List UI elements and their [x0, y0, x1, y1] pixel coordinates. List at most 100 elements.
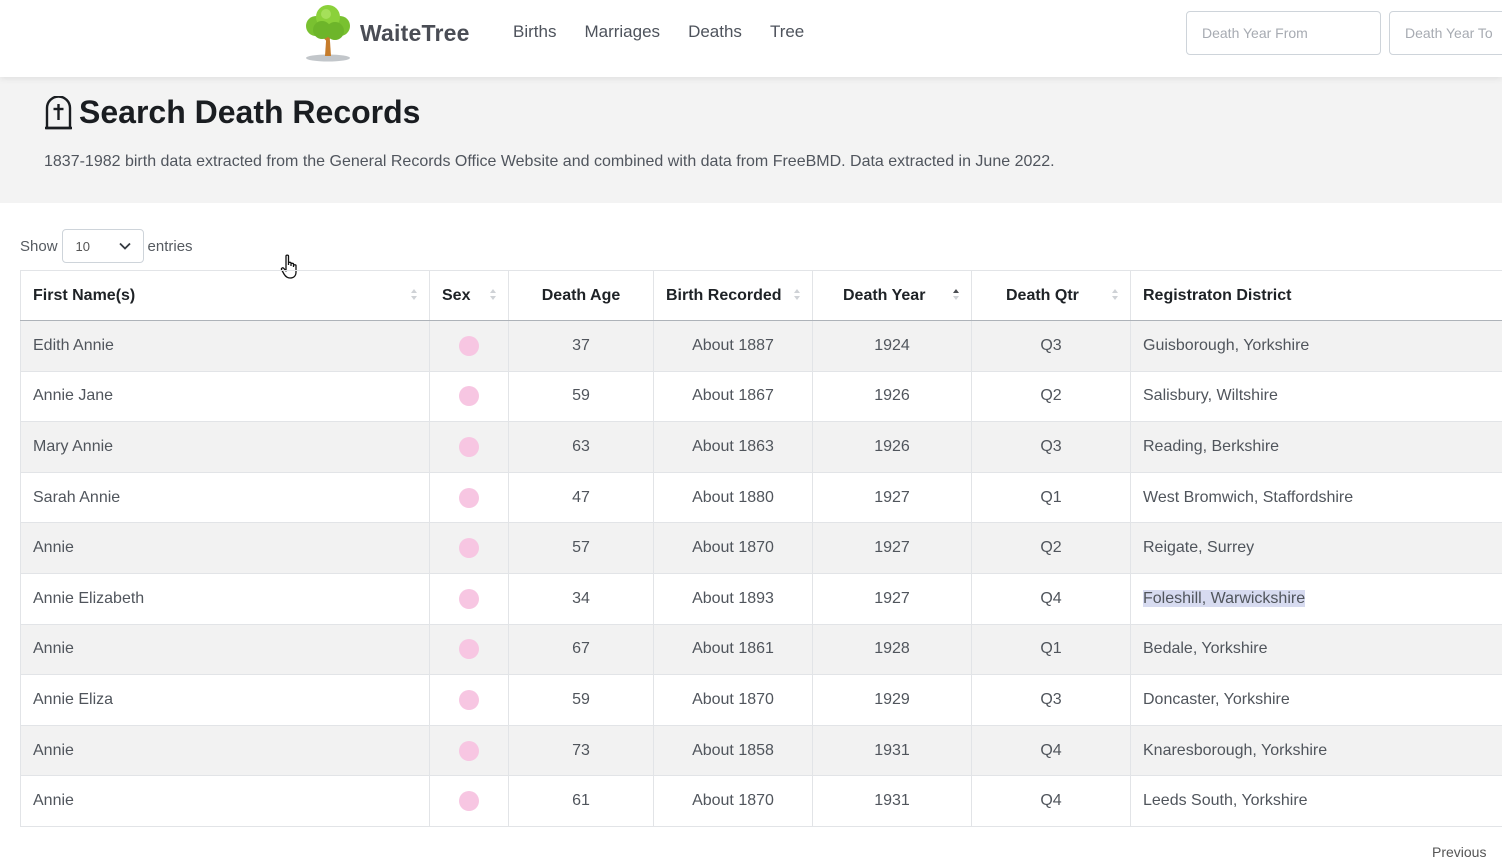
cell-death-age: 59: [509, 371, 654, 422]
cell-birth-recorded: About 1887: [654, 321, 813, 372]
cell-death-qtr: Q2: [972, 523, 1131, 574]
female-dot-icon: [459, 639, 479, 659]
cell-death-age: 37: [509, 321, 654, 372]
cell-first-names: Annie Elizabeth: [21, 573, 430, 624]
table-row[interactable]: Annie67About 18611928Q1Bedale, Yorkshire: [21, 624, 1502, 675]
cell-sex: [430, 776, 509, 827]
col-death-age[interactable]: Death Age: [509, 271, 654, 321]
sort-icon: [411, 289, 417, 303]
cell-first-names: Annie: [21, 624, 430, 675]
table-row[interactable]: Edith Annie37About 18871924Q3Guisborough…: [21, 321, 1502, 372]
death-year-from-input[interactable]: [1186, 11, 1381, 55]
page-subtitle: 1837-1982 birth data extracted from the …: [44, 153, 1055, 171]
col-sex[interactable]: Sex: [430, 271, 509, 321]
cell-death-year-text: 1928: [874, 640, 910, 657]
cell-death-qtr: Q4: [972, 573, 1131, 624]
sort-asc-icon: [953, 289, 959, 303]
col-first-names[interactable]: First Name(s): [21, 271, 430, 321]
cell-first-names: Edith Annie: [21, 321, 430, 372]
female-dot-icon: [459, 741, 479, 761]
cell-death-year-text: 1926: [874, 438, 910, 455]
cell-district: West Bromwich, Staffordshire: [1131, 472, 1502, 523]
brand-link[interactable]: WaiteTree: [302, 4, 470, 62]
sort-icon: [490, 289, 496, 303]
cell-birth-recorded-text: About 1863: [692, 438, 774, 455]
table-row[interactable]: Sarah Annie 47 About 1880 1927 Q1 West Bromwi…: [21, 472, 1502, 523]
cell-first-names-text: Annie Elizabeth: [33, 590, 144, 607]
cell-death-qtr: Q3: [972, 675, 1131, 726]
previous-page-button[interactable]: Previous: [1432, 844, 1486, 860]
cell-death-year: 1924: [813, 321, 972, 372]
table-row[interactable]: Annie61About 18701931Q4Leeds South, York…: [21, 776, 1502, 827]
cell-death-year: 1927: [813, 472, 972, 523]
cell-district-text: Reading, Berkshire: [1143, 438, 1279, 455]
cell-birth-recorded-text: About 1867: [692, 387, 774, 404]
cell-death-qtr-text: Q4: [1040, 792, 1061, 809]
cell-district-text: Bedale, Yorkshire: [1143, 640, 1268, 657]
col-birth-recorded-label: Birth Recorded: [666, 287, 782, 304]
cell-birth-recorded-text: About 1870: [692, 691, 774, 708]
cell-district: Knaresborough, Yorkshire: [1131, 725, 1502, 776]
cell-death-year-text: 1929: [874, 691, 910, 708]
col-registration-district[interactable]: Registraton District: [1131, 271, 1502, 321]
cell-death-qtr-text: Q2: [1040, 539, 1061, 556]
cell-birth-recorded-text: About 1880: [692, 489, 774, 506]
cell-death-age: 59: [509, 675, 654, 726]
nav-deaths[interactable]: Deaths: [688, 22, 742, 42]
cell-district-text: Reigate, Surrey: [1143, 539, 1254, 556]
cell-death-qtr-text: Q3: [1040, 438, 1061, 455]
page-header: Search Death Records 1837-1982 birth dat…: [0, 77, 1502, 203]
cell-district-text: Leeds South, Yorkshire: [1143, 792, 1308, 809]
col-registration-district-label: Registraton District: [1143, 287, 1291, 304]
cell-death-year-text: 1927: [874, 539, 910, 556]
female-dot-icon: [459, 386, 479, 406]
col-death-qtr-label: Death Qtr: [1006, 287, 1079, 304]
cell-district: Reading, Berkshire: [1131, 422, 1502, 473]
table-row[interactable]: Annie Elizabeth34About 18931927Q4Foleshi…: [21, 573, 1502, 624]
cell-district: Foleshill, Warwickshire: [1131, 573, 1502, 624]
cell-death-year: 1927: [813, 523, 972, 574]
death-year-to-input[interactable]: [1389, 11, 1502, 55]
cell-death-age: 61: [509, 776, 654, 827]
cell-birth-recorded: About 1863: [654, 422, 813, 473]
cell-birth-recorded: About 1861: [654, 624, 813, 675]
cell-first-names-text: Annie: [33, 742, 74, 759]
tree-logo-icon: [302, 4, 354, 62]
cell-death-qtr-text: Q1: [1040, 489, 1061, 506]
table-row[interactable]: Annie Jane59About 18671926Q2Salisbury, W…: [21, 371, 1502, 422]
col-death-year[interactable]: Death Year: [813, 271, 972, 321]
cell-birth-recorded-text: About 1870: [692, 792, 774, 809]
col-death-qtr[interactable]: Death Qtr: [972, 271, 1131, 321]
nav-marriages[interactable]: Marriages: [584, 22, 660, 42]
cell-death-qtr: Q4: [972, 725, 1131, 776]
cell-birth-recorded: About 1870: [654, 675, 813, 726]
cell-district: Reigate, Surrey: [1131, 523, 1502, 574]
cell-death-age: 73: [509, 725, 654, 776]
col-birth-recorded[interactable]: Birth Recorded: [654, 271, 813, 321]
cell-death-year: 1929: [813, 675, 972, 726]
cell-first-names: Sarah Annie: [21, 472, 430, 523]
death-records-table: First Name(s) Sex Death Age Birth Record…: [20, 270, 1502, 827]
table-row[interactable]: Annie73About 18581931Q4Knaresborough, Yo…: [21, 725, 1502, 776]
table-row[interactable]: Annie Eliza59About 18701929Q3Doncaster, …: [21, 675, 1502, 726]
cell-death-qtr-text: Q2: [1040, 387, 1061, 404]
cell-district: Salisbury, Wiltshire: [1131, 371, 1502, 422]
cell-death-year-text: 1931: [874, 792, 910, 809]
cell-district: Bedale, Yorkshire: [1131, 624, 1502, 675]
cell-death-age-text: 47: [572, 489, 590, 506]
cell-death-qtr: Q3: [972, 321, 1131, 372]
brand-name: WaiteTree: [360, 20, 470, 47]
entries-select[interactable]: 10: [62, 229, 144, 263]
cell-birth-recorded: About 1870: [654, 523, 813, 574]
cell-sex: [430, 422, 509, 473]
cell-district-text: Knaresborough, Yorkshire: [1143, 742, 1327, 759]
table-row[interactable]: Annie57About 18701927Q2Reigate, Surrey: [21, 523, 1502, 574]
cell-birth-recorded: About 1870: [654, 776, 813, 827]
navbar: WaiteTree Births Marriages Deaths Tree: [0, 0, 1502, 77]
nav-tree[interactable]: Tree: [770, 22, 804, 42]
table-row[interactable]: Mary Annie63About 18631926Q3Reading, Ber…: [21, 422, 1502, 473]
cell-district: Doncaster, Yorkshire: [1131, 675, 1502, 726]
nav-births[interactable]: Births: [513, 22, 556, 42]
col-death-age-label: Death Age: [542, 287, 621, 304]
entries-select-value: 10: [76, 239, 90, 254]
